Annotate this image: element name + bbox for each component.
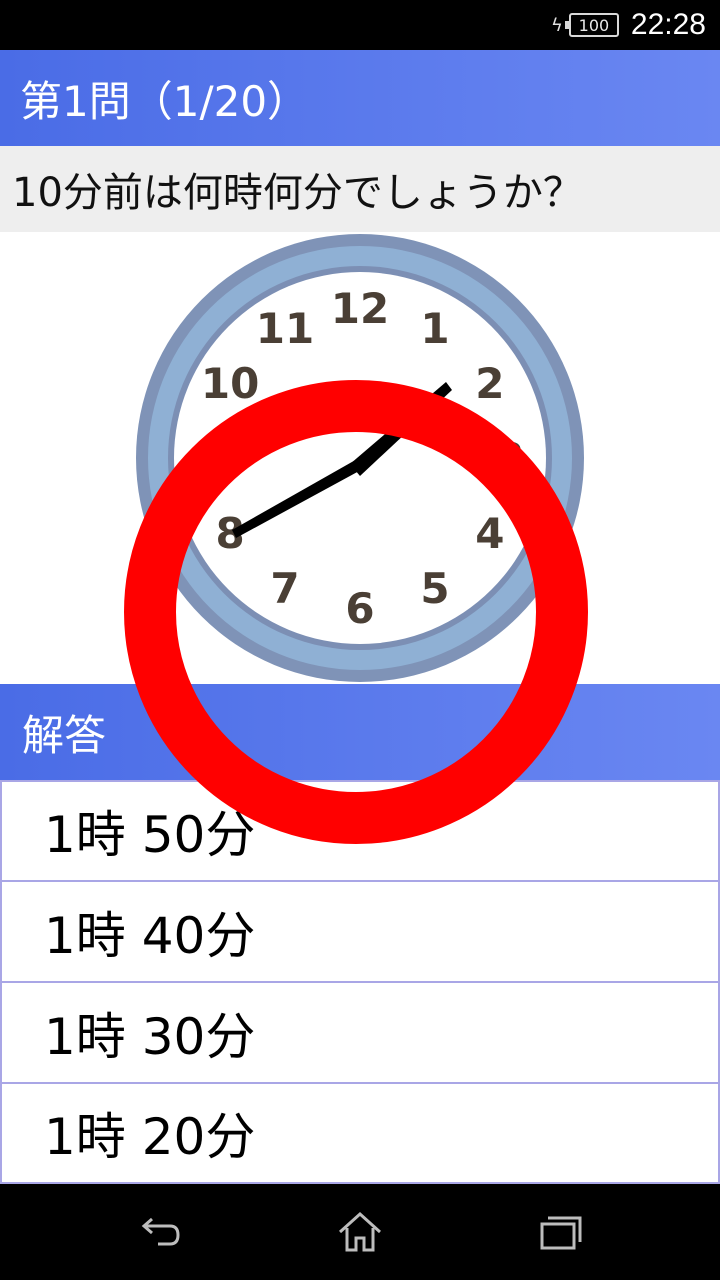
clock-numeral-1: 1 <box>420 304 449 353</box>
clock-numeral-6: 6 <box>345 584 374 633</box>
status-bar: ϟ 100 22:28 <box>0 0 720 50</box>
navigation-bar <box>0 1184 720 1280</box>
clock-numeral-4: 4 <box>475 509 504 558</box>
battery-level: 100 <box>578 15 610 35</box>
clock-face: 12 1234567891011 <box>136 234 584 682</box>
answer-option-2[interactable]: 1時 40分 <box>0 881 720 982</box>
back-icon <box>141 1217 180 1246</box>
question-bar: 10分前は何時何分でしょうか？ <box>0 146 720 232</box>
answer-option-3[interactable]: 1時 30分 <box>0 982 720 1083</box>
clock-numeral-9: 9 <box>195 434 224 483</box>
charging-icon: ϟ <box>551 14 563 36</box>
answer-option-label: 1時 40分 <box>44 906 256 965</box>
question-text: 10分前は何時何分でしょうか？ <box>12 170 583 216</box>
clock-illustration: 12 1 2 3 4 5 6 7 8 9 10 11 <box>0 232 720 684</box>
back-button[interactable] <box>130 1208 190 1256</box>
answer-option-4[interactable]: 1時 20分 <box>0 1083 720 1184</box>
clock-numeral-2: 2 <box>475 359 504 408</box>
answer-option-label: 1時 20分 <box>44 1108 256 1166</box>
question-header: 第1問（1/20） <box>0 50 720 146</box>
clock-numeral-3: 3 <box>495 434 524 483</box>
clock-numeral-5: 5 <box>420 564 449 613</box>
battery-indicator: ϟ 100 <box>551 13 619 37</box>
answer-options: 1時 50分 1時 40分 1時 30分 1時 20分 <box>0 780 720 1184</box>
home-button[interactable] <box>330 1208 390 1256</box>
answer-option-label: 1時 50分 <box>44 806 256 864</box>
answer-option-1[interactable]: 1時 50分 <box>0 780 720 881</box>
clock-numeral-10: 10 <box>201 359 259 408</box>
battery-icon: 100 <box>564 13 619 37</box>
status-indicators: ϟ 100 22:28 <box>551 0 706 50</box>
answer-header: 解答 <box>0 684 720 780</box>
page-title: 第1問（1/20） <box>20 76 310 126</box>
answer-option-label: 1時 30分 <box>44 1007 256 1066</box>
status-time: 22:28 <box>630 8 706 41</box>
answer-title: 解答 <box>22 710 107 760</box>
clock-numeral-11: 11 <box>256 304 314 353</box>
clock-numeral-7: 7 <box>270 564 299 613</box>
recent-apps-icon <box>540 1216 582 1250</box>
recent-apps-button[interactable] <box>530 1208 590 1256</box>
home-icon <box>338 1211 382 1252</box>
clock-numeral-12: 12 <box>331 284 389 333</box>
